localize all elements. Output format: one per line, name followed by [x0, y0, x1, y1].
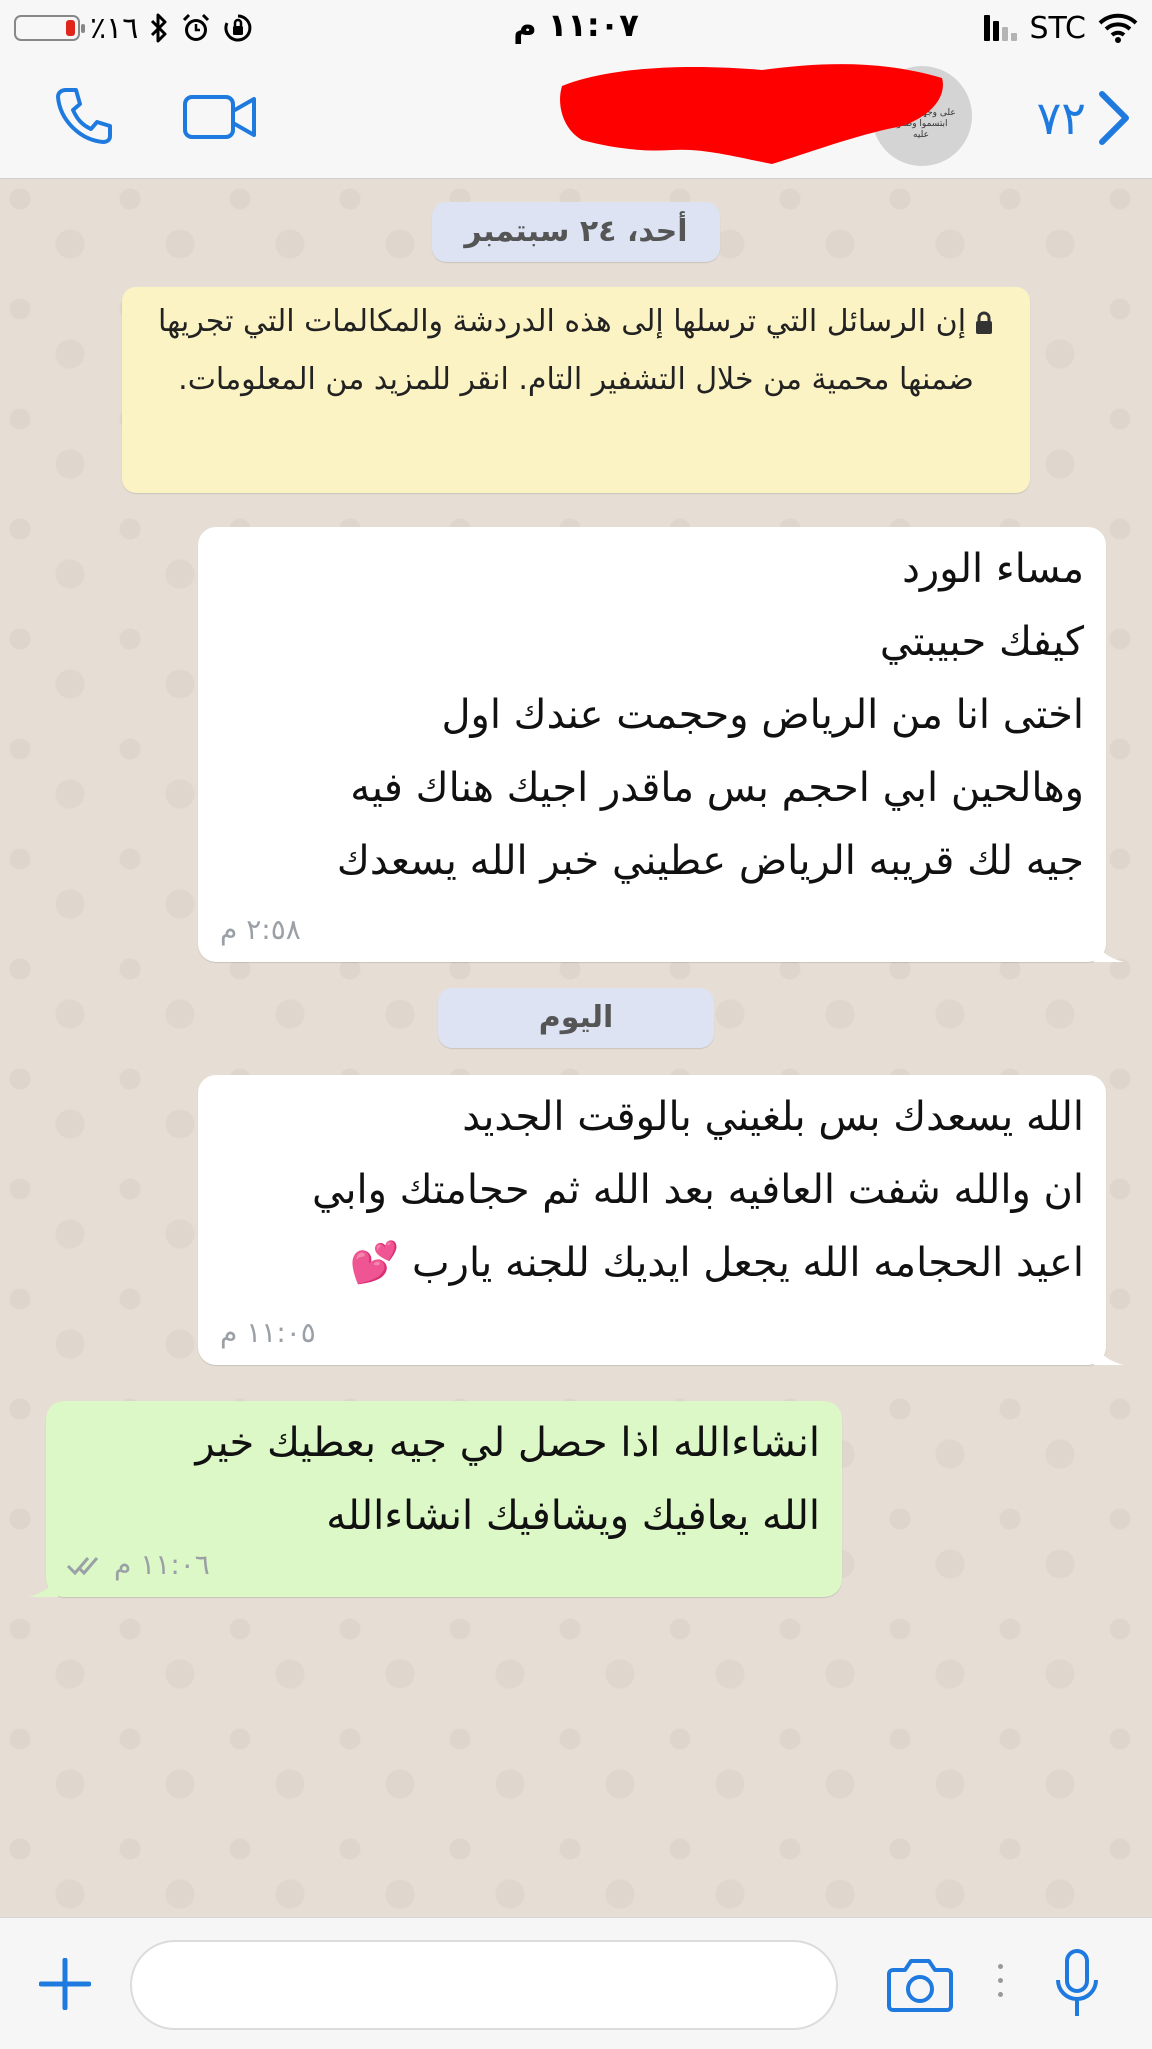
redaction-scribble: [560, 64, 943, 164]
date-chip: أحد، ٢٤ سبتمبر: [432, 202, 720, 262]
signal-icon: [984, 15, 1018, 41]
message-input[interactable]: [130, 1940, 838, 2030]
attach-button[interactable]: [34, 1946, 96, 2022]
encryption-notice[interactable]: إن الرسائل التي ترسلها إلى هذه الدردشة و…: [122, 287, 1030, 493]
message-line: الله يعافيك ويشافيك انشاءالله: [326, 1493, 820, 1539]
message-time: ١١:٠٥ م: [220, 1316, 316, 1349]
bubble-tail: [1094, 1341, 1124, 1365]
message-time-text: ١١:٠٥ م: [220, 1316, 316, 1349]
back-button[interactable]: ٧٢: [1037, 80, 1130, 156]
camera-button[interactable]: [884, 1948, 956, 2020]
composer-bar: [0, 1917, 1152, 2049]
chat-header: ي على وجهه الرسول ابتسموا وصلوا عليه ٧٢: [0, 58, 1152, 179]
message-line: جيه لك قريبه الرياض عطيني خبر الله يسعدك: [336, 838, 1084, 884]
voice-note-button[interactable]: [1046, 1944, 1108, 2024]
encryption-notice-text: إن الرسائل التي ترسلها إلى هذه الدردشة و…: [157, 304, 974, 397]
message-time: ٢:٥٨ م: [220, 913, 301, 946]
date-chip: اليوم: [438, 988, 714, 1048]
carrier-label: STC: [1029, 10, 1086, 46]
message-time-text: ٢:٥٨ م: [220, 913, 301, 946]
status-time: ١١:٠٧ م: [513, 6, 639, 44]
message-line: كيفك حبيبتي: [879, 619, 1084, 665]
message-bubble-outgoing[interactable]: انشاءالله اذا حصل لي جيه بعطيك خير الله …: [28, 1401, 842, 1597]
message-line: مساء الورد: [902, 546, 1084, 592]
message-line: الله يسعدك بس بلغيني بالوقت الجديد: [462, 1094, 1084, 1140]
double-check-icon: [66, 1556, 99, 1575]
chat-area[interactable]: أحد، ٢٤ سبتمبر إن الرسائل التي ترسلها إل…: [0, 179, 1152, 1917]
phone-icon: [56, 88, 112, 144]
camera-icon: [887, 1959, 953, 2012]
wifi-icon: [1098, 13, 1138, 43]
divider-dots: [998, 1960, 1006, 2010]
chevron-back-icon: [1099, 91, 1129, 145]
microphone-icon: [1056, 1949, 1098, 2016]
message-line: ان والله شفت العافيه بعد الله ثم حجامتك …: [312, 1167, 1084, 1213]
message-time: ١١:٠٦ م: [66, 1548, 210, 1581]
voice-call-button[interactable]: [46, 78, 122, 154]
bubble-tail: [1094, 938, 1124, 962]
status-bar: ٪١٦ ١١:٠٧ م STC: [0, 0, 1152, 58]
video-camera-icon: [183, 95, 256, 139]
message-bubble-incoming[interactable]: مساء الورد كيفك حبيبتي اختى انا من الريا…: [198, 527, 1124, 962]
video-call-button[interactable]: [180, 82, 260, 152]
bubble-tail: [28, 1573, 58, 1597]
message-line: انشاءالله اذا حصل لي جيه بعطيك خير: [195, 1420, 820, 1466]
message-line: اختى انا من الرياض وحجمت عندك اول: [441, 692, 1084, 738]
message-bubble-incoming[interactable]: الله يسعدك بس بلغيني بالوقت الجديد ان وا…: [198, 1075, 1124, 1365]
message-time-text: ١١:٠٦ م: [114, 1548, 210, 1581]
message-line: اعيد الحجامه الله يجعل ايديك للجنه يارب …: [349, 1240, 1084, 1286]
unread-count: ٧٢: [1036, 91, 1086, 145]
message-line: وهالحين ابي احجم بس ماقدر اجيك هناك فيه: [350, 765, 1084, 811]
status-right: STC: [984, 8, 1138, 48]
plus-icon: [39, 1958, 91, 2010]
lock-icon: [976, 311, 993, 334]
